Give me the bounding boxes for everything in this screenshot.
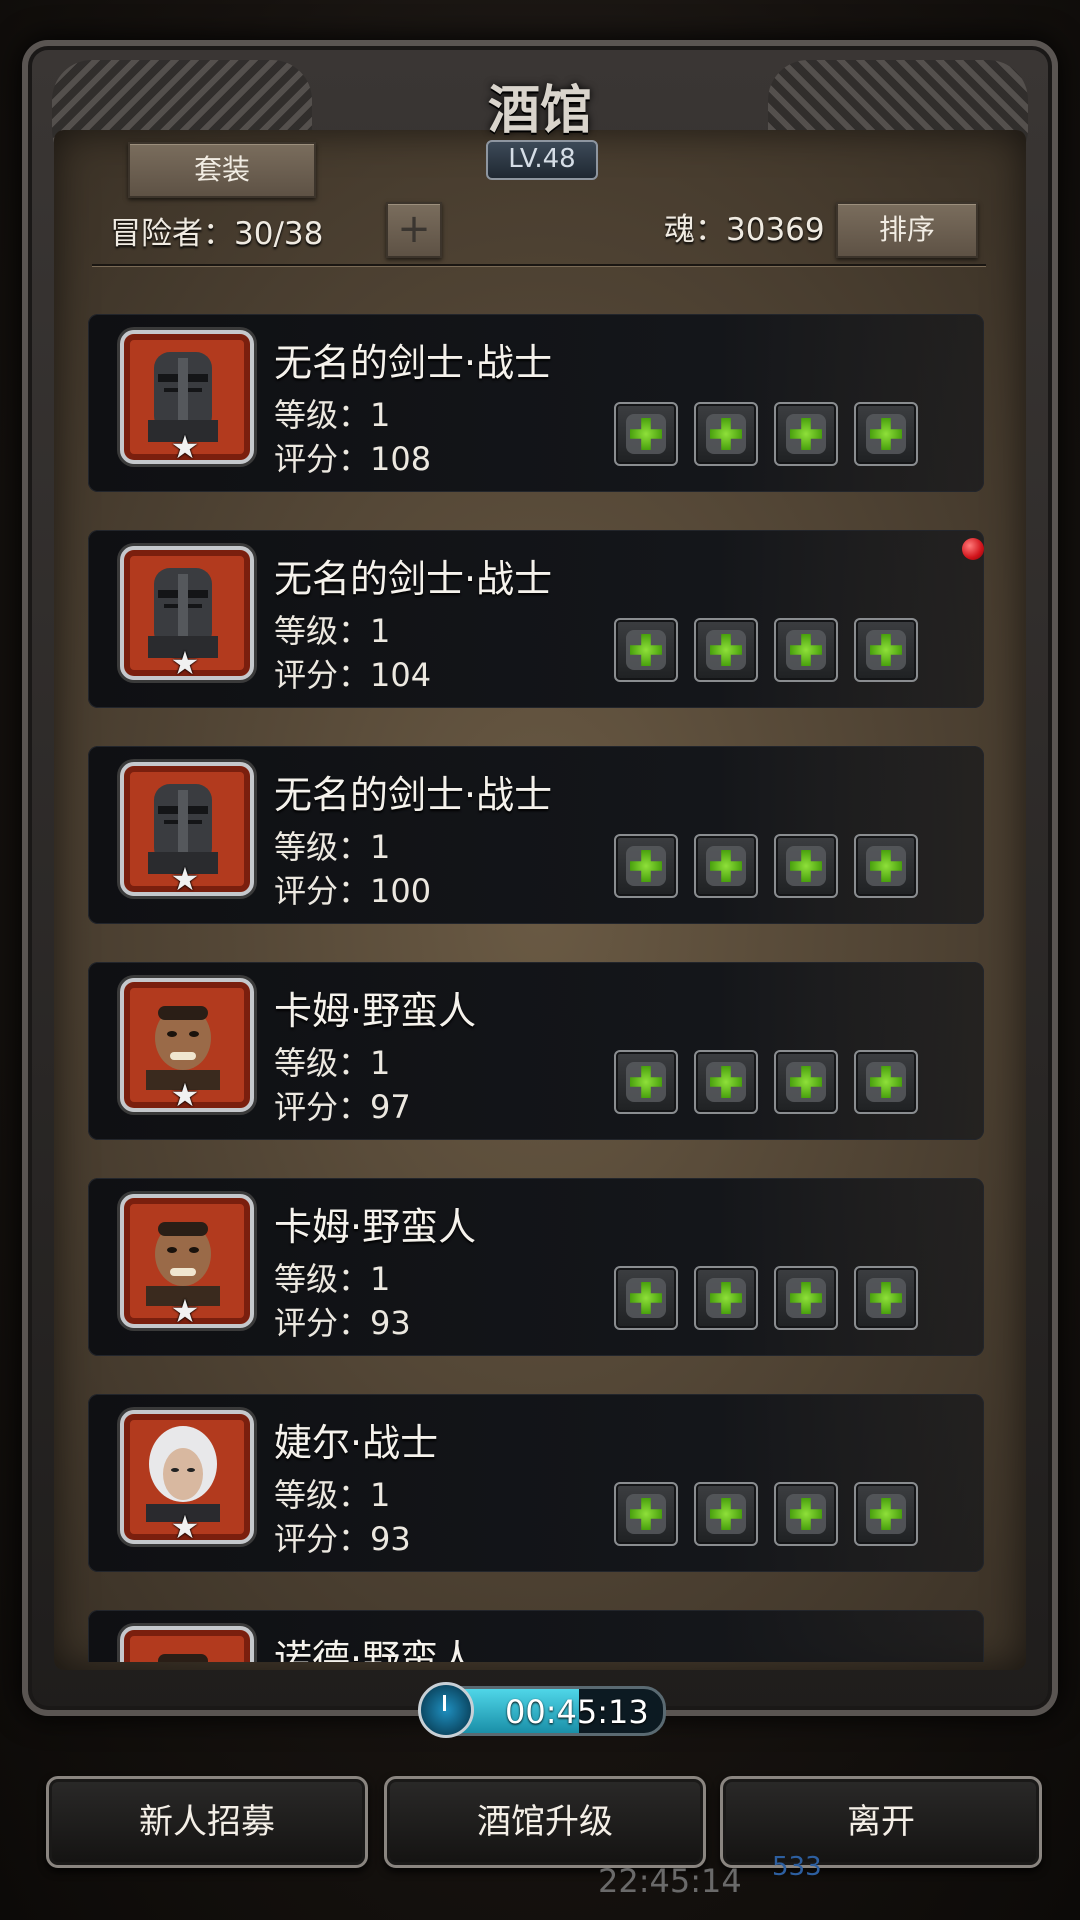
armor-slot-icon[interactable] <box>694 1482 758 1546</box>
accessory-slot-icon[interactable] <box>774 1266 838 1330</box>
hero-level: 等级：1 <box>274 1260 391 1298</box>
armor-slot-icon[interactable] <box>694 1266 758 1330</box>
hero-card[interactable]: ★ 无名的剑士·战士等级：1 评分：108 <box>88 314 984 492</box>
equipment-slots <box>614 1266 918 1330</box>
weapon-slot-icon[interactable] <box>614 1266 678 1330</box>
hero-name: 无名的剑士·战士 <box>274 773 553 817</box>
accessory-slot-icon[interactable] <box>774 834 838 898</box>
hero-level: 等级：1 <box>274 828 391 866</box>
add-capacity-button[interactable]: + <box>386 202 442 258</box>
equipment-slots <box>614 1050 918 1114</box>
hero-name: 无名的剑士·战士 <box>274 557 553 601</box>
armor-slot-icon[interactable] <box>694 1050 758 1114</box>
adventurer-count: 冒险者：30/38 <box>110 216 324 252</box>
background-currency-count: 533 <box>772 1852 822 1882</box>
weapon-slot-icon[interactable] <box>614 1482 678 1546</box>
hero-name: 卡姆·野蛮人 <box>274 989 477 1033</box>
leave-button[interactable]: 离开 <box>720 1776 1042 1868</box>
tavern-level-badge: LV.48 <box>486 140 598 180</box>
accessory-slot-icon[interactable] <box>854 402 918 466</box>
page-title: 酒馆 <box>487 80 592 141</box>
star-icon: ★ <box>170 428 200 466</box>
souls-count: 魂：30369 <box>664 212 825 248</box>
hero-level: 等级：1 <box>274 1044 391 1082</box>
hero-score: 评分：93 <box>274 1304 411 1342</box>
star-icon: ★ <box>170 1292 200 1330</box>
weapon-slot-icon[interactable] <box>614 618 678 682</box>
hero-card[interactable]: ★ 无名的剑士·战士等级：1 评分：104 <box>88 530 984 708</box>
outfit-button[interactable]: 套装 <box>128 142 316 198</box>
hero-name: 诺德·野蛮人 <box>274 1637 477 1662</box>
accessory-slot-icon[interactable] <box>774 618 838 682</box>
armor-slot-icon[interactable] <box>694 402 758 466</box>
upgrade-tavern-button[interactable]: 酒馆升级 <box>384 1776 706 1868</box>
star-icon: ★ <box>170 1076 200 1114</box>
hero-name: 无名的剑士·战士 <box>274 341 553 385</box>
star-icon: ★ <box>170 1508 200 1546</box>
hero-level: 等级：1 <box>274 1476 391 1514</box>
weapon-slot-icon[interactable] <box>614 834 678 898</box>
hero-name: 卡姆·野蛮人 <box>274 1205 477 1249</box>
recruit-button[interactable]: 新人招募 <box>46 1776 368 1868</box>
notification-dot <box>962 538 984 560</box>
hero-list[interactable]: ★ 无名的剑士·战士 等级：1 评分：108 ★ 无名的剑士·战士 等级：1 评分：104 ★ 无… <box>86 300 986 1662</box>
hero-portrait[interactable] <box>120 1626 254 1662</box>
hero-card[interactable]: ★ 卡姆·野蛮人等级：1 评分：97 <box>88 962 984 1140</box>
weapon-slot-icon[interactable] <box>614 1050 678 1114</box>
accessory-slot-icon[interactable] <box>854 1050 918 1114</box>
hero-score: 评分：97 <box>274 1088 411 1126</box>
hero-score: 评分：104 <box>274 656 432 694</box>
star-icon: ★ <box>170 860 200 898</box>
armor-slot-icon[interactable] <box>694 618 758 682</box>
hero-level: 等级：1 <box>274 612 391 650</box>
hero-score: 评分：100 <box>274 872 432 910</box>
hero-name: 婕尔·战士 <box>274 1421 439 1465</box>
background-clock: 22:45:14 <box>598 1862 742 1900</box>
armor-slot-icon[interactable] <box>694 834 758 898</box>
header-divider <box>92 264 986 266</box>
clock-icon <box>418 1682 474 1738</box>
accessory-slot-icon[interactable] <box>854 1482 918 1546</box>
equipment-slots <box>614 1482 918 1546</box>
timer-text: 00:45:13 <box>505 1693 649 1731</box>
equipment-slots <box>614 618 918 682</box>
accessory-slot-icon[interactable] <box>854 834 918 898</box>
equipment-slots <box>614 834 918 898</box>
hero-score: 评分：93 <box>274 1520 411 1558</box>
accessory-slot-icon[interactable] <box>774 1050 838 1114</box>
hero-score: 评分：108 <box>274 440 432 478</box>
equipment-slots <box>614 402 918 466</box>
hero-card[interactable]: ★ 婕尔·战士等级：1 评分：93 <box>88 1394 984 1572</box>
weapon-slot-icon[interactable] <box>614 402 678 466</box>
hero-card[interactable]: ★ 卡姆·野蛮人等级：1 评分：93 <box>88 1178 984 1356</box>
hero-card[interactable]: ★ 无名的剑士·战士等级：1 评分：100 <box>88 746 984 924</box>
sort-button[interactable]: 排序 <box>836 202 978 258</box>
accessory-slot-icon[interactable] <box>774 402 838 466</box>
accessory-slot-icon[interactable] <box>774 1482 838 1546</box>
accessory-slot-icon[interactable] <box>854 1266 918 1330</box>
hero-card[interactable]: ★诺德·野蛮人 <box>88 1610 984 1662</box>
accessory-slot-icon[interactable] <box>854 618 918 682</box>
hero-level: 等级：1 <box>274 396 391 434</box>
star-icon: ★ <box>170 644 200 682</box>
